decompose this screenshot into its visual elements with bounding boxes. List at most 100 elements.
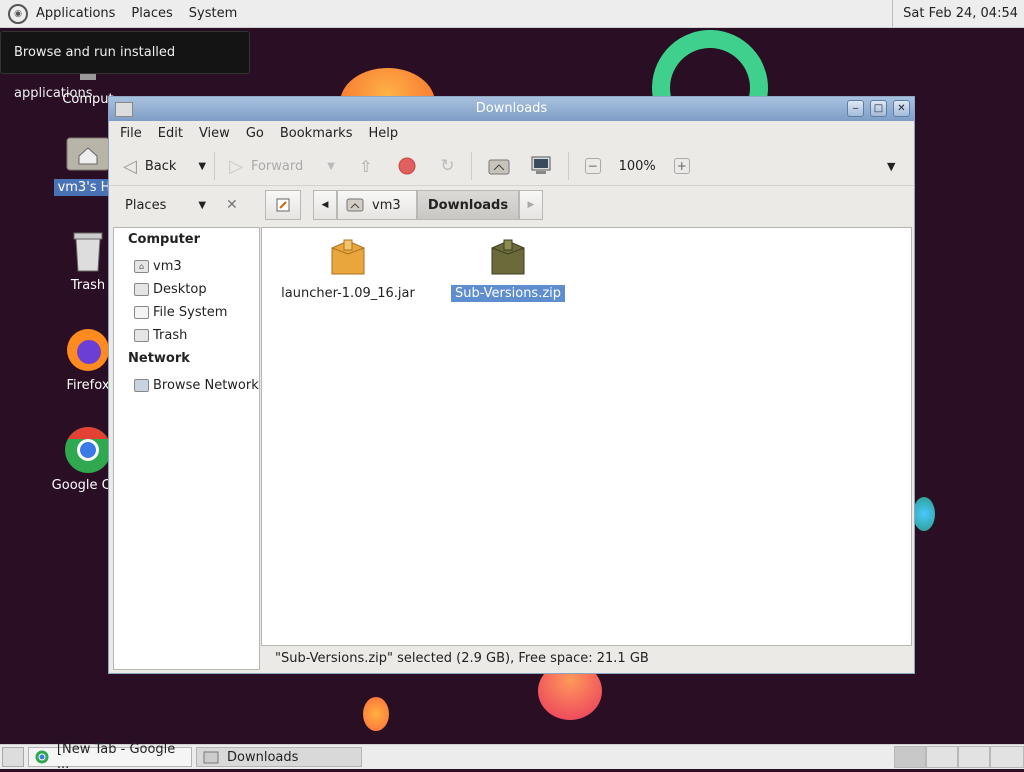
- workspace-3[interactable]: [958, 746, 990, 768]
- back-history-dropdown[interactable]: ▼: [198, 149, 206, 183]
- zoom-in-icon: +: [673, 158, 690, 174]
- sidebar-item-browse-network[interactable]: Browse Network: [114, 374, 259, 397]
- drive-icon: [134, 306, 149, 319]
- window-titlebar[interactable]: Downloads ‒ □ ✕: [109, 97, 914, 121]
- sidebar-item-trash[interactable]: Trash: [114, 324, 259, 347]
- toolbar: ◁ Back ▼ ▷ Forward ▼ ⇧ ↻ − 100% + ▼: [109, 147, 914, 186]
- sidebar-section-computer: Computer: [128, 232, 201, 247]
- chrome-icon: [35, 750, 49, 764]
- show-desktop-icon[interactable]: [2, 747, 24, 767]
- clock[interactable]: Sat Feb 24, 04:54: [892, 0, 1018, 27]
- toolbar-separator: [214, 152, 216, 180]
- reload-button[interactable]: ↻: [440, 149, 454, 183]
- desktop-folder-icon: [134, 283, 149, 296]
- task-downloads[interactable]: Downloads: [196, 747, 362, 767]
- places-sidebar: Computer ⌂ vm3 Desktop File System Trash…: [113, 227, 260, 670]
- path-segment-downloads[interactable]: Downloads: [417, 190, 519, 220]
- applications-logo-icon[interactable]: ◉: [8, 3, 28, 24]
- file-item-selected[interactable]: Sub-Versions.zip: [438, 228, 578, 302]
- maximize-button[interactable]: □: [870, 100, 887, 117]
- zoom-in-button[interactable]: +: [673, 149, 690, 183]
- applications-tooltip: Browse and run installed applications: [0, 31, 250, 101]
- home-button[interactable]: [488, 149, 510, 183]
- zoom-out-button[interactable]: −: [584, 149, 601, 183]
- sidebar-item-file-system[interactable]: File System: [114, 301, 259, 324]
- up-button[interactable]: ⇧: [359, 149, 372, 183]
- sidebar-item-vm3[interactable]: ⌂ vm3: [114, 255, 259, 278]
- file-name: Sub-Versions.zip: [450, 285, 566, 302]
- reload-icon: ↻: [440, 156, 455, 176]
- firefox-icon: [64, 326, 112, 374]
- path-segment-vm3[interactable]: vm3: [337, 190, 417, 220]
- bottom-taskbar: [New Tab - Google ... Downloads: [0, 742, 1024, 772]
- home-folder-icon: [64, 128, 112, 176]
- menu-go[interactable]: Go: [238, 121, 272, 147]
- sidebar-close-icon[interactable]: ✕: [226, 197, 238, 213]
- path-bar: ◀ vm3 Downloads ▶: [265, 189, 543, 221]
- zip-archive-icon: [490, 238, 526, 278]
- zoom-out-icon: −: [584, 158, 601, 174]
- home-folder-icon: [488, 159, 510, 175]
- path-segment-label: Downloads: [427, 197, 509, 213]
- computer-button[interactable]: [530, 149, 552, 183]
- menubar: File Edit View Go Bookmarks Help: [109, 121, 914, 147]
- forward-history-dropdown[interactable]: ▼: [327, 149, 335, 183]
- window-title: Downloads: [475, 101, 548, 116]
- sidebar-item-label: Desktop: [153, 282, 207, 297]
- edit-location-icon: [276, 198, 290, 212]
- toolbar-separator: [470, 152, 472, 180]
- desktop-icon-label: Trash: [70, 278, 106, 293]
- system-menu[interactable]: System: [181, 0, 245, 27]
- stop-icon: [398, 157, 416, 175]
- workspace-4[interactable]: [990, 746, 1024, 768]
- sidebar-header: Places ▼ ✕: [112, 187, 260, 223]
- menu-file[interactable]: File: [112, 121, 150, 147]
- sidebar-item-label: Browse Network: [153, 378, 259, 393]
- computer-icon: [531, 156, 551, 174]
- minimize-button[interactable]: ‒: [847, 100, 864, 117]
- toolbar-overflow-dropdown[interactable]: ▼: [887, 149, 895, 183]
- sidebar-item-label: Trash: [153, 328, 188, 343]
- toggle-location-button[interactable]: [265, 190, 301, 220]
- forward-button[interactable]: ▷ Forward: [229, 149, 303, 183]
- sidebar-title[interactable]: Places: [125, 198, 166, 213]
- menu-edit[interactable]: Edit: [150, 121, 191, 147]
- forward-label: Forward: [250, 158, 304, 174]
- stop-button[interactable]: [398, 149, 416, 183]
- menu-help[interactable]: Help: [360, 121, 406, 147]
- workspace-1[interactable]: [894, 746, 926, 768]
- wallpaper-cyan-shape: [913, 497, 935, 531]
- path-scroll-right-button[interactable]: ▶: [519, 190, 543, 220]
- trash-icon: [64, 226, 112, 274]
- top-panel: ◉ Applications Places System Sat Feb 24,…: [0, 0, 1024, 28]
- forward-arrow-icon: ▷: [229, 155, 243, 177]
- status-bar: "Sub-Versions.zip" selected (2.9 GB), Fr…: [275, 651, 649, 666]
- file-item[interactable]: launcher-1.09_16.jar: [278, 228, 418, 301]
- path-scroll-left-button[interactable]: ◀: [313, 190, 337, 220]
- home-folder-icon: [346, 198, 364, 212]
- task-chrome[interactable]: [New Tab - Google ...: [28, 742, 192, 772]
- sidebar-type-dropdown[interactable]: ▼: [198, 200, 206, 211]
- toolbar-separator: [567, 152, 569, 180]
- sidebar-item-label: vm3: [153, 259, 182, 274]
- sidebar-item-desktop[interactable]: Desktop: [114, 278, 259, 301]
- folder-icon: [203, 751, 219, 763]
- file-manager-window: Downloads ‒ □ ✕ File Edit View Go Bookma…: [108, 96, 915, 674]
- places-menu[interactable]: Places: [123, 0, 180, 27]
- back-button[interactable]: ◁ Back: [123, 149, 176, 183]
- close-button[interactable]: ✕: [893, 100, 910, 117]
- network-icon: [134, 379, 149, 392]
- task-label: Downloads: [227, 749, 299, 765]
- home-folder-icon: ⌂: [134, 260, 149, 273]
- sidebar-section-network: Network: [128, 351, 190, 366]
- wallpaper-small-shape: [363, 697, 389, 731]
- menu-bookmarks[interactable]: Bookmarks: [272, 121, 361, 147]
- applications-menu[interactable]: Applications: [28, 0, 123, 27]
- chrome-icon: [64, 426, 112, 474]
- zoom-level[interactable]: 100%: [619, 149, 656, 183]
- file-view[interactable]: launcher-1.09_16.jar Sub-Versions.zip: [261, 227, 912, 646]
- workspace-2[interactable]: [926, 746, 958, 768]
- back-arrow-icon: ◁: [123, 155, 137, 177]
- menu-view[interactable]: View: [191, 121, 238, 147]
- sidebar-item-label: File System: [153, 305, 228, 320]
